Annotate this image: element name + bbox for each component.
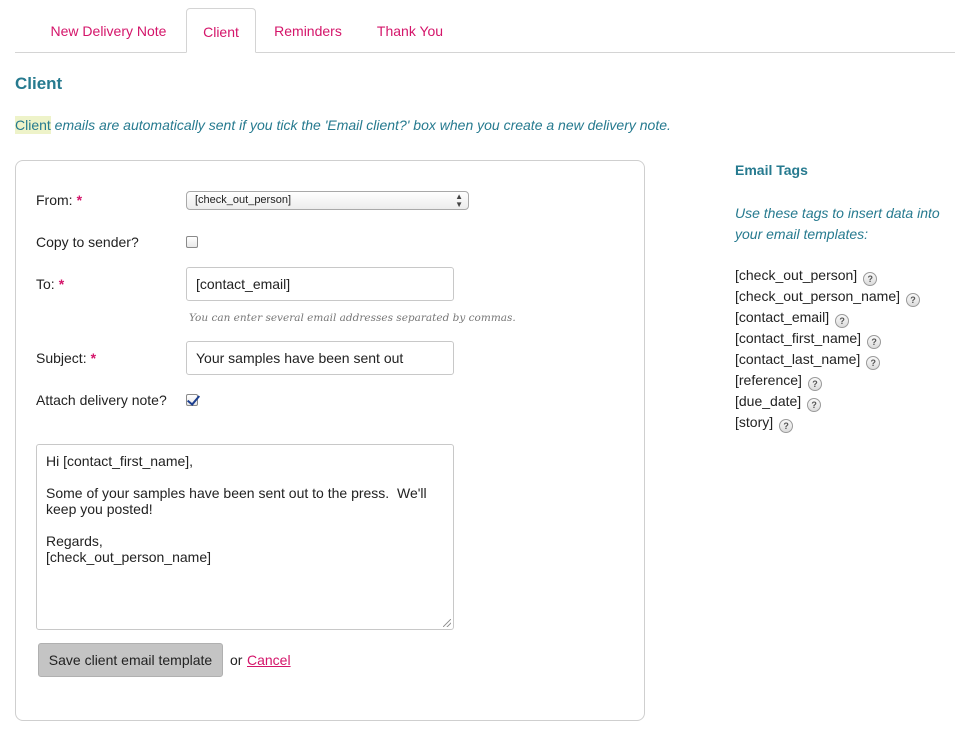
from-select[interactable]: [check_out_person] ▲ ▼ [186,191,469,210]
attach-delivery-note-checkbox[interactable] [186,394,198,406]
email-tags-sidebar: Email Tags Use these tags to insert data… [735,162,955,433]
email-body-textarea[interactable]: Hi [contact_first_name], Some of your sa… [36,444,454,630]
tab-reminders[interactable]: Reminders [263,8,353,53]
copy-to-sender-label: Copy to sender? [36,234,139,250]
help-icon[interactable]: ? [807,377,822,391]
sidebar-description: Use these tags to insert data into your … [735,205,940,242]
tag-item: [check_out_person]? [735,265,920,286]
save-button[interactable]: Save client email template [38,643,223,677]
email-body-text: Hi [contact_first_name], Some of your sa… [46,453,427,565]
tag-item: [contact_last_name]? [735,349,920,370]
select-arrows-icon: ▲ ▼ [455,192,463,209]
tab-new-delivery-note[interactable]: New Delivery Note [35,8,182,53]
tag-item: [due_date]? [735,391,920,412]
tag-item: [contact_email]? [735,307,920,328]
intro-text: Client emails are automatically sent if … [15,116,671,134]
help-icon[interactable]: ? [866,356,881,370]
or-text: or [230,652,243,668]
attach-delivery-note-label: Attach delivery note? [36,392,167,408]
help-icon[interactable]: ? [807,398,822,412]
from-label: From: * [36,192,83,208]
resize-grip-icon[interactable] [443,619,451,627]
copy-to-sender-checkbox[interactable] [186,236,198,248]
tag-list: [check_out_person]? [check_out_person_na… [735,265,920,433]
help-icon[interactable]: ? [863,272,878,286]
tab-client[interactable]: Client [186,8,256,53]
required-marker: * [76,192,83,208]
page-title: Client [15,74,63,93]
intro-rest: emails are automatically sent if you tic… [50,117,671,133]
intro-highlight: Client [15,116,51,134]
help-icon[interactable]: ? [779,419,794,433]
subject-label: Subject: * [36,350,97,366]
tag-item: [contact_first_name]? [735,328,920,349]
client-email-form: From: * [check_out_person] ▲ ▼ Copy to sen… [15,160,645,721]
tab-thank-you[interactable]: Thank You [364,8,456,53]
help-icon[interactable]: ? [835,314,850,328]
to-input[interactable]: [contact_email] [186,267,454,301]
help-icon[interactable]: ? [867,335,882,349]
tag-item: [check_out_person_name]? [735,286,920,307]
to-hint: You can enter several email addresses se… [189,312,516,324]
to-label: To: * [36,276,65,292]
required-marker: * [58,276,65,292]
subject-input[interactable]: Your samples have been sent out [186,341,454,375]
cancel-link[interactable]: Cancel [247,652,291,668]
from-select-value: [check_out_person] [195,194,292,206]
tag-item: [reference]? [735,370,920,391]
tag-item: [story]? [735,412,920,433]
help-icon[interactable]: ? [906,293,920,307]
tab-bar: New Delivery Note Client Reminders Thank… [15,8,955,53]
required-marker: * [90,350,97,366]
sidebar-title: Email Tags [735,162,808,178]
